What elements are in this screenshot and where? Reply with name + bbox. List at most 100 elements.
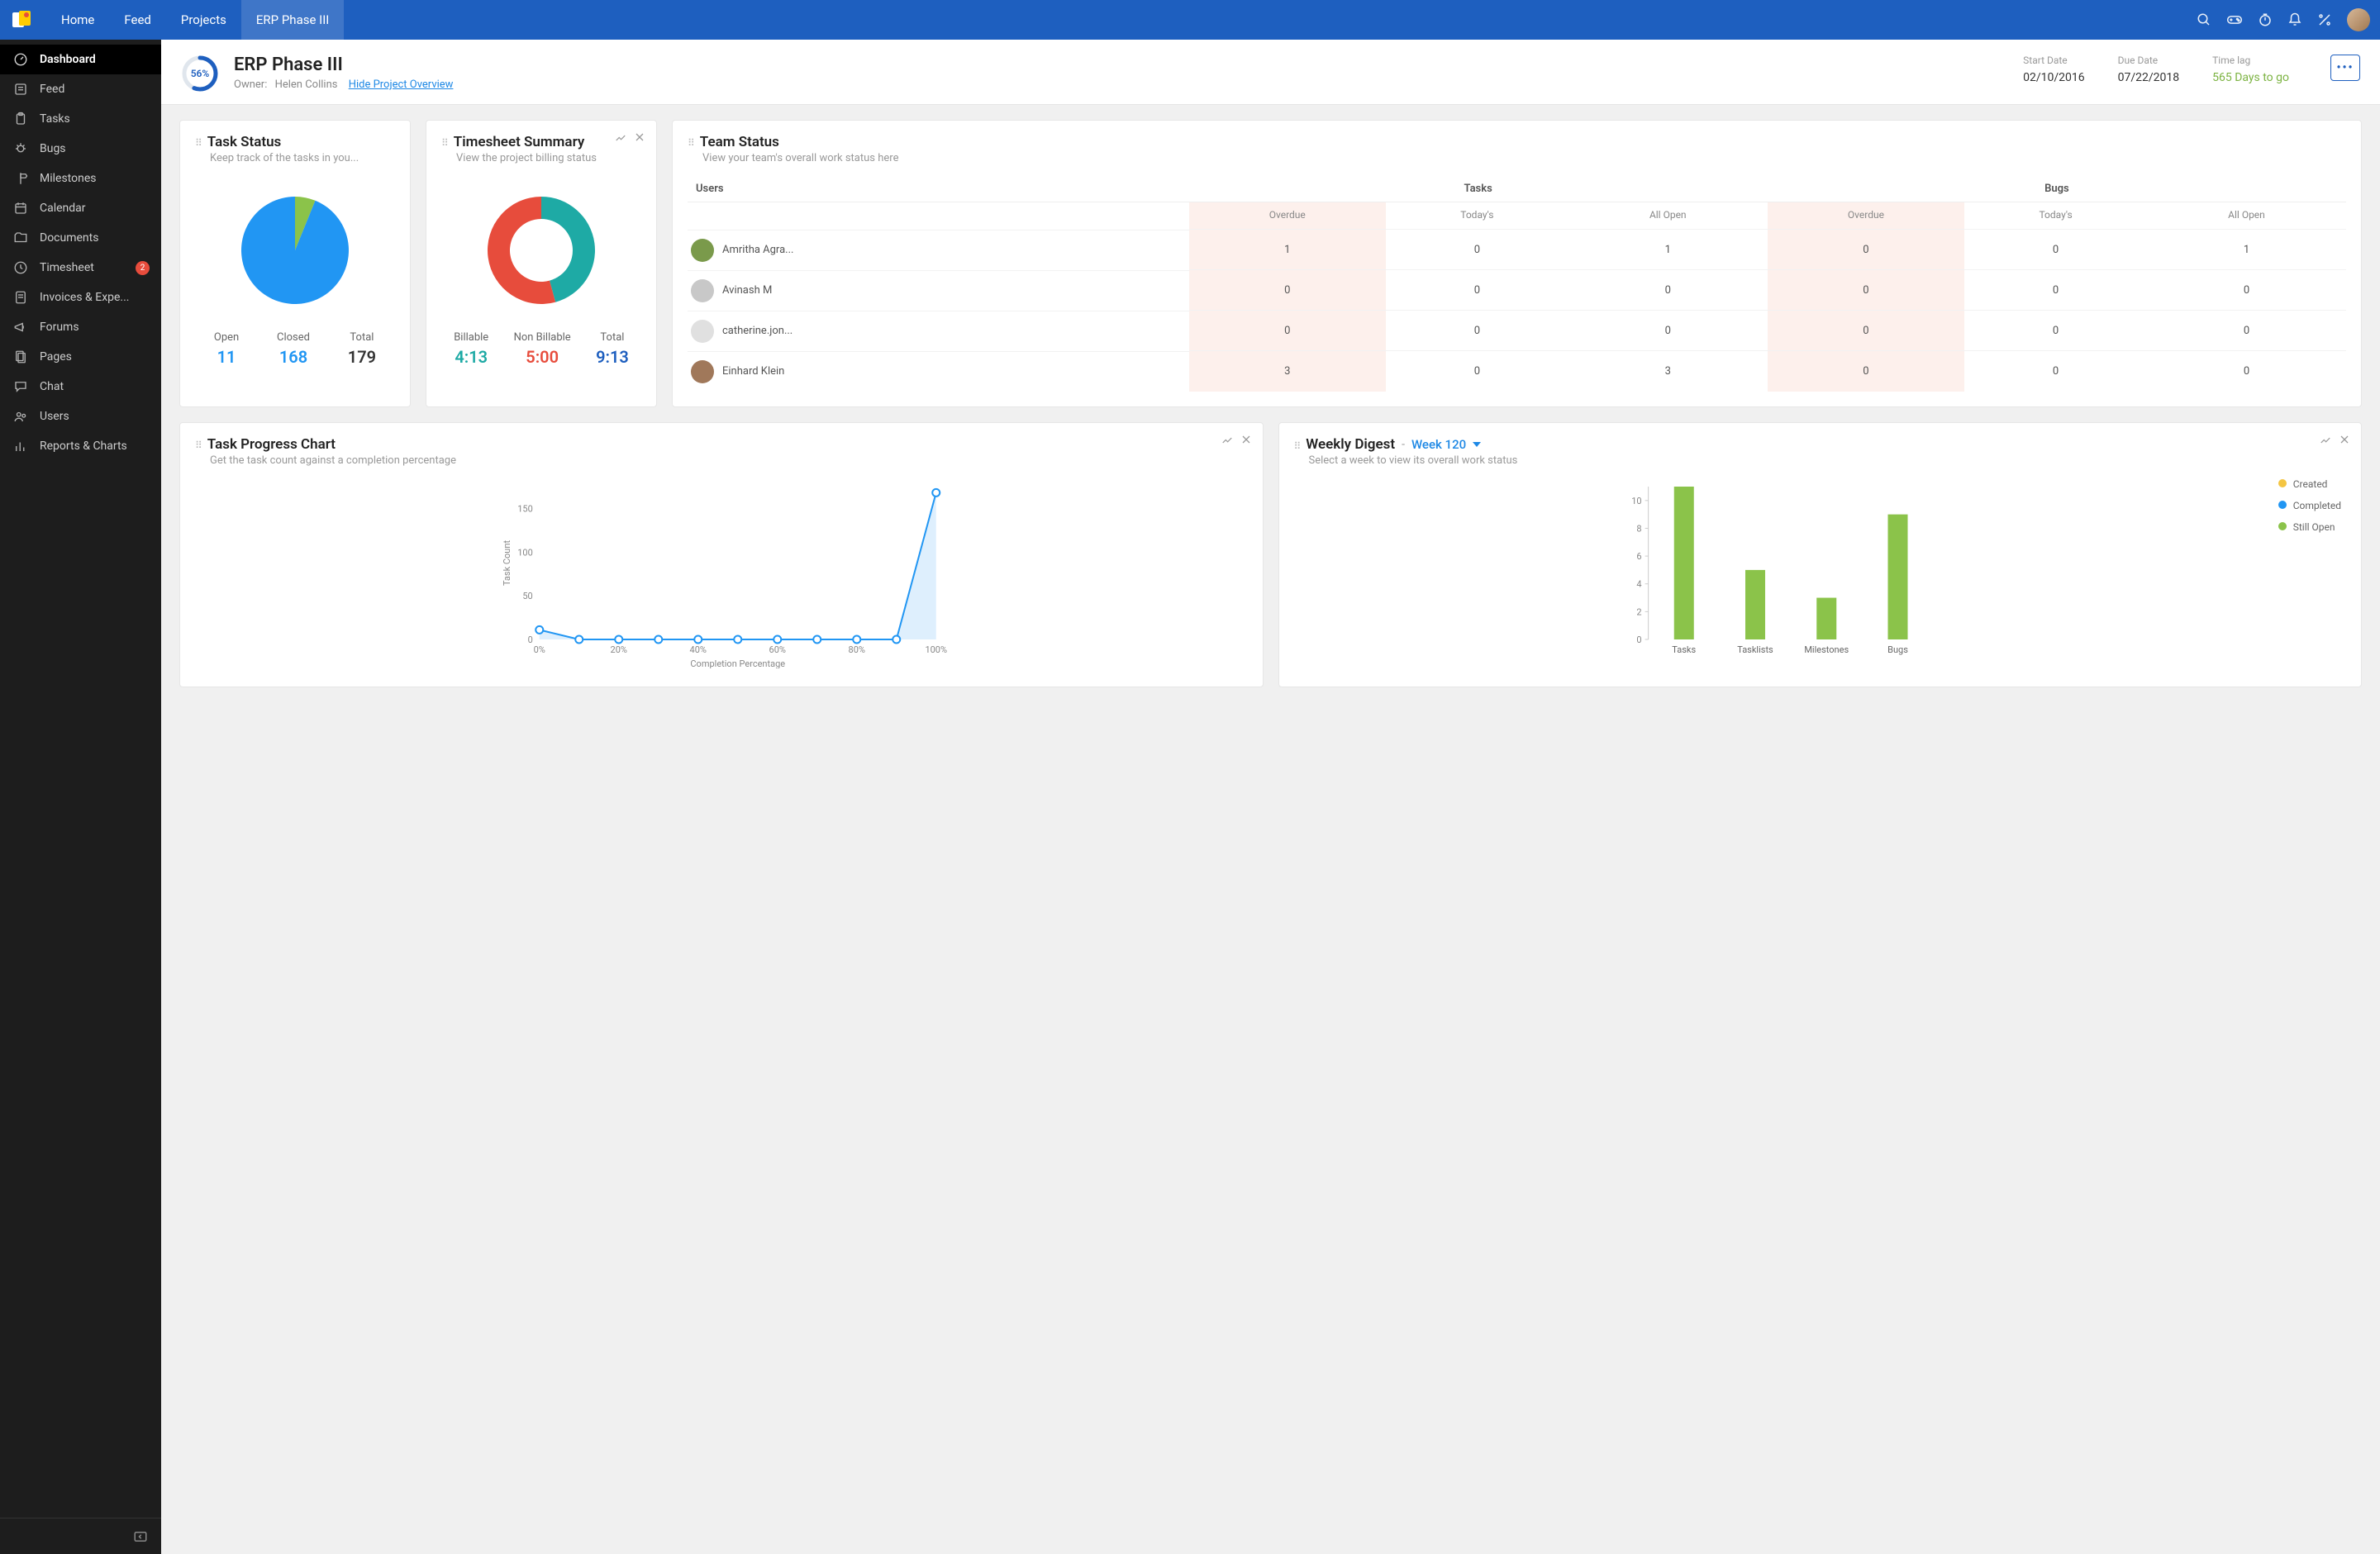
sidebar-item-invoices-expe-[interactable]: Invoices & Expe... <box>0 283 161 312</box>
drag-handle-icon[interactable]: ⠿ <box>688 137 693 149</box>
owner-name: Helen Collins <box>275 78 338 91</box>
sidebar-item-pages[interactable]: Pages <box>0 342 161 372</box>
svg-text:Task Count: Task Count <box>502 539 512 585</box>
drag-handle-icon[interactable]: ⠿ <box>1294 440 1300 452</box>
team-row[interactable]: Einhard Klein 3 0 3 0 0 0 <box>688 351 2346 392</box>
team-row[interactable]: catherine.jon... 0 0 0 0 0 0 <box>688 311 2346 351</box>
sidebar-item-calendar[interactable]: Calendar <box>0 193 161 223</box>
project-more-button[interactable]: ••• <box>2330 55 2360 81</box>
weekly-digest-chart: 0246810TasksTasklistsMilestonesBugs <box>1299 478 2262 660</box>
nav-home[interactable]: Home <box>46 0 109 40</box>
barchart-icon <box>13 439 28 454</box>
sub-bug-overdue: Overdue <box>1768 202 1964 230</box>
hide-overview-link[interactable]: Hide Project Overview <box>349 78 454 91</box>
svg-text:10: 10 <box>1631 495 1641 506</box>
search-icon[interactable] <box>2197 12 2211 27</box>
sidebar-item-label: Calendar <box>40 202 86 215</box>
svg-text:Tasklists: Tasklists <box>1737 644 1773 655</box>
sidebar-item-forums[interactable]: Forums <box>0 312 161 342</box>
task-open-label: Open <box>214 331 239 344</box>
sidebar-item-chat[interactable]: Chat <box>0 372 161 402</box>
sidebar-item-reports-charts[interactable]: Reports & Charts <box>0 431 161 461</box>
bug-open-cell: 0 <box>2147 311 2346 351</box>
weekly-digest-title: Weekly Digest <box>1306 436 1395 453</box>
calendar-icon <box>13 201 28 216</box>
expand-icon[interactable] <box>615 132 626 147</box>
due-date-value: 07/22/2018 <box>2118 71 2180 84</box>
task-progress-title: Task Progress Chart <box>207 436 336 453</box>
bug-today-cell: 0 <box>1964 351 2147 392</box>
svg-text:0: 0 <box>1636 634 1641 645</box>
timesheet-donut-chart <box>475 184 607 316</box>
sidebar-item-label: Pages <box>40 350 72 364</box>
sidebar-item-timesheet[interactable]: Timesheet2 <box>0 253 161 283</box>
team-status-table: Users Tasks Bugs Overdue Today's All Ope… <box>688 176 2346 392</box>
timesheet-total-label: Total <box>596 331 629 344</box>
bug-open-cell: 0 <box>2147 270 2346 311</box>
timer-icon[interactable] <box>2258 12 2273 27</box>
due-date-label: Due Date <box>2118 55 2180 66</box>
sidebar-item-label: Chat <box>40 380 64 393</box>
user-avatar[interactable] <box>2347 8 2370 31</box>
nav-active-project[interactable]: ERP Phase III <box>241 0 345 40</box>
close-icon[interactable] <box>1241 435 1251 449</box>
task-status-card: ⠿ Task Status Keep track of the tasks in… <box>179 120 411 407</box>
project-progress-ring: 56% <box>181 55 219 93</box>
timesheet-card: ⠿ Timesheet Summary View the project bil… <box>426 120 657 407</box>
sidebar-item-users[interactable]: Users <box>0 402 161 431</box>
task-status-subtitle: Keep track of the tasks in you... <box>210 152 395 164</box>
week-selector[interactable]: Week 120 <box>1411 437 1481 452</box>
task-total-value: 179 <box>348 347 376 367</box>
drag-handle-icon[interactable]: ⠿ <box>441 137 447 149</box>
gamepad-icon[interactable] <box>2226 12 2243 27</box>
users-icon <box>13 409 28 424</box>
legend-item: Created <box>2278 478 2341 490</box>
expand-icon[interactable] <box>1221 435 1233 449</box>
billable-value: 4:13 <box>454 347 488 367</box>
nav-feed[interactable]: Feed <box>109 0 166 40</box>
close-icon[interactable] <box>2340 435 2349 449</box>
nav-projects[interactable]: Projects <box>166 0 241 40</box>
sidebar-item-dashboard[interactable]: Dashboard <box>0 45 161 74</box>
sidebar-item-milestones[interactable]: Milestones <box>0 164 161 193</box>
team-status-card: ⠿ Team Status View your team's overall w… <box>672 120 2362 407</box>
svg-text:0%: 0% <box>534 644 545 655</box>
drag-handle-icon[interactable]: ⠿ <box>195 137 201 149</box>
svg-text:4: 4 <box>1636 578 1641 589</box>
svg-text:2: 2 <box>1636 606 1641 617</box>
task-open-cell: 0 <box>1568 311 1768 351</box>
sidebar-collapse-button[interactable] <box>0 1518 161 1554</box>
task-open-cell: 0 <box>1568 270 1768 311</box>
sidebar-item-feed[interactable]: Feed <box>0 74 161 104</box>
expand-icon[interactable] <box>2320 435 2331 449</box>
invoice-icon <box>13 290 28 305</box>
drag-handle-icon[interactable]: ⠿ <box>195 440 201 451</box>
billable-label: Billable <box>454 331 488 344</box>
sidebar-item-tasks[interactable]: Tasks <box>0 104 161 134</box>
tools-icon[interactable] <box>2317 12 2332 27</box>
col-users: Users <box>688 176 1189 202</box>
close-icon[interactable] <box>635 132 645 147</box>
svg-text:20%: 20% <box>611 644 627 655</box>
sidebar-item-bugs[interactable]: Bugs <box>0 134 161 164</box>
topbar-actions <box>2197 8 2370 31</box>
bell-icon[interactable] <box>2287 12 2302 27</box>
signpost-icon <box>13 171 28 186</box>
team-row[interactable]: Amritha Agra... 1 0 1 0 0 1 <box>688 230 2346 270</box>
sidebar-item-documents[interactable]: Documents <box>0 223 161 253</box>
user-name: catherine.jon... <box>722 325 793 337</box>
clipboard-icon <box>13 112 28 126</box>
megaphone-icon <box>13 320 28 335</box>
bug-today-cell: 0 <box>1964 270 2147 311</box>
app-logo-icon[interactable] <box>10 8 33 31</box>
bug-icon <box>13 141 28 156</box>
sidebar-item-label: Timesheet <box>40 261 94 274</box>
top-nav: Home Feed Projects ERP Phase III <box>46 0 344 40</box>
col-bugs: Bugs <box>1768 176 2346 202</box>
sub-task-allopen: All Open <box>1568 202 1768 230</box>
bug-today-cell: 0 <box>1964 311 2147 351</box>
bug-today-cell: 0 <box>1964 230 2147 270</box>
team-row[interactable]: Avinash M 0 0 0 0 0 0 <box>688 270 2346 311</box>
chat-icon <box>13 379 28 394</box>
user-avatar-icon <box>691 320 714 343</box>
